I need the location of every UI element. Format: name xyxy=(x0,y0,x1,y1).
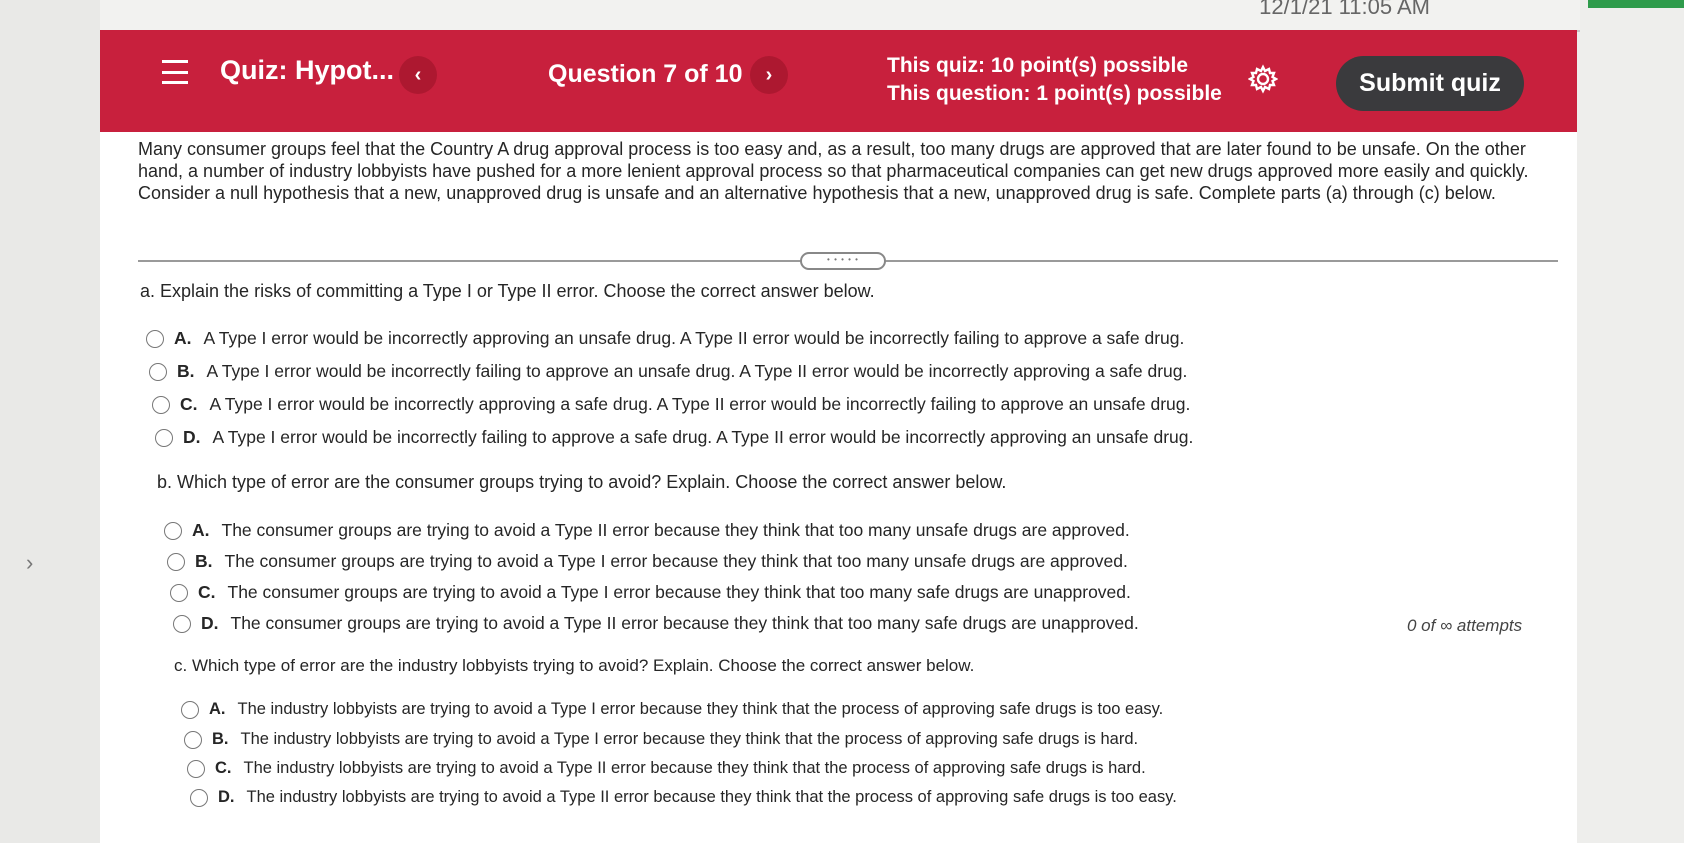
quiz-header: Quiz: Hypot... ‹ Question 7 of 10 › This… xyxy=(100,30,1577,132)
radio-button[interactable] xyxy=(184,730,202,749)
radio-button[interactable] xyxy=(167,552,185,571)
radio-button[interactable] xyxy=(152,395,170,414)
question-counter[interactable]: Question 7 of 10 xyxy=(548,60,742,89)
option-letter: C. xyxy=(215,759,232,777)
option-letter: A. xyxy=(174,328,192,348)
part-b-option-b[interactable]: B. The consumer groups are trying to avo… xyxy=(167,551,1128,572)
part-a-option-b[interactable]: B. A Type I error would be incorrectly f… xyxy=(149,361,1187,382)
previous-question-button[interactable]: ‹ xyxy=(399,56,437,94)
resize-handle[interactable]: • • • • • xyxy=(800,252,886,270)
option-text: A Type I error would be incorrectly appr… xyxy=(203,328,1185,348)
radio-button[interactable] xyxy=(149,362,167,381)
gear-icon[interactable] xyxy=(1248,64,1278,94)
option-text: The industry lobbyists are trying to avo… xyxy=(246,788,1177,806)
option-text: A Type I error would be incorrectly fail… xyxy=(206,361,1188,381)
option-text: A Type I error would be incorrectly fail… xyxy=(212,427,1194,447)
menu-icon[interactable] xyxy=(162,60,188,84)
radio-button[interactable] xyxy=(187,759,205,778)
submit-quiz-button[interactable]: Submit quiz xyxy=(1336,56,1524,111)
part-b-option-d[interactable]: D. The consumer groups are trying to avo… xyxy=(173,613,1139,634)
option-text: The consumer groups are trying to avoid … xyxy=(224,551,1128,571)
background-green-bar xyxy=(1588,0,1684,8)
part-c-option-c[interactable]: C. The industry lobbyists are trying to … xyxy=(187,759,1146,778)
option-text: The consumer groups are trying to avoid … xyxy=(227,582,1131,602)
question-points: This question: 1 point(s) possible xyxy=(887,82,1222,105)
points-info: This quiz: 10 point(s) possible This que… xyxy=(887,52,1222,108)
quiz-panel: Quiz: Hypot... ‹ Question 7 of 10 › This… xyxy=(100,30,1577,843)
radio-button[interactable] xyxy=(173,614,191,633)
next-question-button[interactable]: › xyxy=(750,56,788,94)
option-letter: C. xyxy=(198,582,216,602)
quiz-points: This quiz: 10 point(s) possible xyxy=(887,54,1189,77)
background-window-right xyxy=(1575,0,1684,843)
side-expand-chevron-icon[interactable]: › xyxy=(26,550,33,576)
chevron-left-icon: ‹ xyxy=(414,63,422,86)
part-c-option-d[interactable]: D. The industry lobbyists are trying to … xyxy=(190,788,1177,807)
radio-button[interactable] xyxy=(190,788,208,807)
part-a-option-d[interactable]: D. A Type I error would be incorrectly f… xyxy=(155,427,1193,448)
chevron-right-icon: › xyxy=(765,63,773,86)
option-text: A Type I error would be incorrectly appr… xyxy=(209,394,1191,414)
part-b-question: b. Which type of error are the consumer … xyxy=(157,472,1007,492)
option-text: The consumer groups are trying to avoid … xyxy=(230,613,1139,633)
radio-button[interactable] xyxy=(164,521,182,540)
part-c-option-b[interactable]: B. The industry lobbyists are trying to … xyxy=(184,730,1138,749)
radio-button[interactable] xyxy=(155,428,173,447)
option-letter: D. xyxy=(218,788,235,806)
question-intro: Many consumer groups feel that the Count… xyxy=(138,139,1529,203)
radio-button[interactable] xyxy=(181,700,199,719)
radio-button[interactable] xyxy=(146,329,164,348)
option-letter: D. xyxy=(183,427,201,447)
attempts-counter: 0 of ∞ attempts xyxy=(1407,616,1523,635)
option-letter: A. xyxy=(209,700,226,718)
background-clock: 12/1/21 11:05 AM xyxy=(1259,0,1430,19)
option-letter: B. xyxy=(195,551,213,571)
background-page-strip: 12/1/21 11:05 AM xyxy=(100,0,1580,32)
part-a-option-a[interactable]: A. A Type I error would be incorrectly a… xyxy=(146,328,1184,349)
part-a-option-c[interactable]: C. A Type I error would be incorrectly a… xyxy=(152,394,1190,415)
part-b-option-a[interactable]: A. The consumer groups are trying to avo… xyxy=(164,520,1130,541)
option-letter: D. xyxy=(201,613,219,633)
part-c-question: c. Which type of error are the industry … xyxy=(174,656,975,675)
part-b-option-c[interactable]: C. The consumer groups are trying to avo… xyxy=(170,582,1131,603)
radio-button[interactable] xyxy=(170,583,188,602)
part-a-question: a. Explain the risks of committing a Typ… xyxy=(140,281,875,301)
option-text: The industry lobbyists are trying to avo… xyxy=(237,700,1164,718)
option-letter: B. xyxy=(212,730,229,748)
option-letter: A. xyxy=(192,520,210,540)
option-letter: C. xyxy=(180,394,198,414)
quiz-title[interactable]: Quiz: Hypot... xyxy=(220,55,394,86)
option-text: The industry lobbyists are trying to avo… xyxy=(240,730,1139,748)
option-letter: B. xyxy=(177,361,195,381)
part-c-option-a[interactable]: A. The industry lobbyists are trying to … xyxy=(181,700,1163,719)
option-text: The consumer groups are trying to avoid … xyxy=(221,520,1130,540)
option-text: The industry lobbyists are trying to avo… xyxy=(243,759,1146,777)
